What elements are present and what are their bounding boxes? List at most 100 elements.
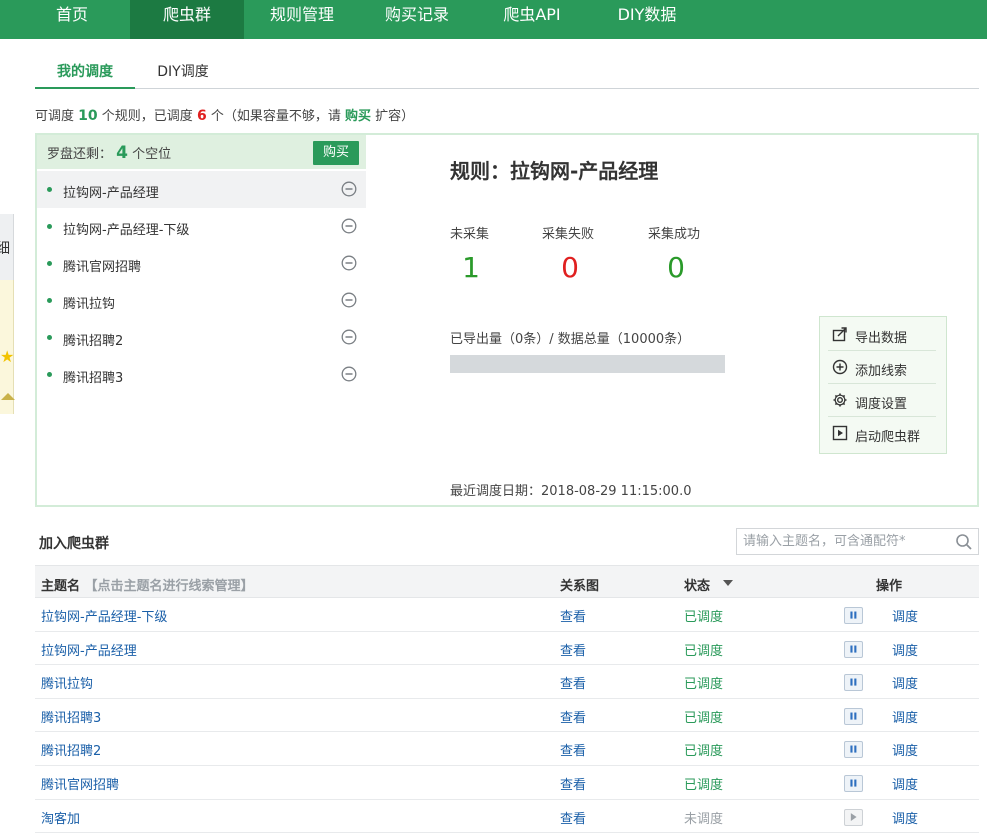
schedule-panel: 罗盘还剩： 4 个空位 购买 拉钩网-产品经理 拉钩网-产品经理-下级 腾讯官网招聘…	[35, 133, 979, 507]
remove-circle-icon[interactable]	[341, 255, 357, 271]
rule-item[interactable]: 拉钩网-产品经理	[37, 171, 366, 208]
col-ops: 操作	[876, 579, 903, 594]
status-badge: 已调度	[684, 643, 724, 659]
schedule-link[interactable]: 调度	[892, 774, 918, 793]
capacity-mid: 个规则，已调度	[101, 109, 193, 124]
star-icon: ★	[0, 347, 15, 366]
bullet-icon	[47, 261, 52, 266]
table-row: 腾讯招聘2 查看 已调度 调度	[35, 732, 979, 766]
schedule-link[interactable]: 调度	[892, 740, 918, 759]
view-relation-link[interactable]: 查看	[560, 740, 586, 759]
table-row: 淘客加 查看 未调度 调度	[35, 800, 979, 833]
view-relation-link[interactable]: 查看	[560, 640, 586, 659]
schedule-settings-label: 调度设置	[855, 397, 908, 412]
stat-value-uncollected: 1	[462, 251, 480, 284]
schedule-link[interactable]: 调度	[892, 606, 918, 625]
topic-name-link[interactable]: 淘客加	[41, 808, 80, 827]
topic-search-input[interactable]	[737, 529, 947, 554]
join-crawler-group-title: 加入爬虫群	[39, 536, 109, 552]
remove-circle-icon[interactable]	[341, 329, 357, 345]
schedule-toggle-button[interactable]	[844, 707, 863, 725]
rule-item[interactable]: 腾讯拉钩	[37, 282, 366, 319]
remove-circle-icon[interactable]	[341, 366, 357, 382]
remove-circle-icon[interactable]	[341, 218, 357, 234]
schedule-toggle-button[interactable]	[844, 808, 863, 826]
play-icon	[850, 812, 857, 821]
start-crawler-group-label: 启动爬虫群	[855, 430, 921, 445]
schedule-toggle-button[interactable]	[844, 640, 863, 658]
export-data-button[interactable]: 导出数据	[828, 318, 936, 351]
nav-item-crawler-api[interactable]: 爬虫API	[485, 0, 579, 39]
rule-item-label: 腾讯拉钩	[63, 297, 116, 312]
col-status[interactable]: 状态	[684, 575, 710, 594]
last-schedule-date: 最近调度日期：2018-08-29 11:15:00.0	[450, 484, 692, 499]
col-topic-name-label: 主题名	[41, 579, 81, 594]
gear-icon	[833, 393, 847, 407]
col-topic-name: 主题名 【点击主题名进行线索管理】	[41, 575, 254, 594]
compass-unit: 个空位	[132, 147, 172, 162]
schedule-toggle-button[interactable]	[844, 774, 863, 792]
status-badge: 已调度	[684, 677, 724, 693]
export-progress-bar	[450, 355, 725, 373]
start-crawler-group-button[interactable]: 启动爬虫群	[828, 417, 936, 450]
table-body: 拉钩网-产品经理-下级 查看 已调度 调度 拉钩网-产品经理 查看 已调度 调度 腾讯拉钩 查看已…	[35, 598, 979, 833]
rule-item[interactable]: 腾讯官网招聘	[37, 245, 366, 282]
rule-list: 拉钩网-产品经理 拉钩网-产品经理-下级 腾讯官网招聘腾讯拉钩腾讯招聘2 腾讯招聘3	[37, 171, 366, 393]
topic-name-link[interactable]: 拉钩网-产品经理	[41, 640, 137, 659]
view-relation-link[interactable]: 查看	[560, 774, 586, 793]
pause-icon	[850, 611, 857, 619]
topic-name-link[interactable]: 腾讯招聘3	[41, 707, 101, 726]
stat-label-success: 采集成功	[648, 227, 701, 242]
pause-icon	[850, 645, 857, 653]
add-lead-button[interactable]: 添加线索	[828, 351, 936, 384]
rule-item-label: 腾讯招聘3	[63, 371, 124, 386]
schedule-toggle-button[interactable]	[844, 741, 863, 759]
nav-item-rule-management[interactable]: 规则管理	[255, 0, 349, 39]
tab-diy-schedule[interactable]: DIY调度	[143, 58, 223, 89]
nav-item-crawler-group[interactable]: 爬虫群	[130, 0, 244, 39]
search-icon[interactable]	[955, 533, 973, 551]
schedule-link[interactable]: 调度	[892, 673, 918, 692]
capacity-used: 6	[196, 108, 207, 124]
nav-item-home[interactable]: 首页	[20, 0, 124, 39]
pause-icon	[850, 712, 857, 720]
schedule-link[interactable]: 调度	[892, 808, 918, 827]
topic-table: 主题名 【点击主题名进行线索管理】 关系图 状态 操作 拉钩网-产品经理-下级查…	[35, 565, 979, 833]
schedule-link[interactable]: 调度	[892, 640, 918, 659]
capacity-suffix: 个（如果容量不够，请	[210, 109, 341, 124]
nav-item-purchase-records[interactable]: 购买记录	[370, 0, 464, 39]
view-relation-link[interactable]: 查看	[560, 707, 586, 726]
buy-link[interactable]: 购买	[345, 109, 371, 124]
sort-desc-icon[interactable]	[723, 580, 733, 586]
caret-up-icon	[1, 393, 15, 400]
rule-item[interactable]: 腾讯招聘3	[37, 356, 366, 393]
topic-name-link[interactable]: 腾讯招聘2	[41, 740, 101, 759]
view-relation-link[interactable]: 查看	[560, 808, 586, 827]
tab-my-schedule[interactable]: 我的调度	[35, 58, 135, 89]
side-widget[interactable]: 细 ★	[0, 214, 15, 414]
remove-circle-icon[interactable]	[341, 292, 357, 308]
nav-item-diy-data[interactable]: DIY数据	[600, 0, 694, 39]
rule-item[interactable]: 腾讯招聘2	[37, 319, 366, 356]
rule-item[interactable]: 拉钩网-产品经理-下级	[37, 208, 366, 245]
schedule-settings-button[interactable]: 调度设置	[828, 384, 936, 417]
remove-circle-icon[interactable]	[341, 181, 357, 197]
schedule-link[interactable]: 调度	[892, 707, 918, 726]
table-row: 拉钩网-产品经理 查看 已调度 调度	[35, 632, 979, 666]
buy-button[interactable]: 购买	[313, 141, 359, 165]
compass-text: 罗盘还剩： 4 个空位	[47, 143, 171, 163]
topic-name-link[interactable]: 拉钩网-产品经理-下级	[41, 606, 167, 625]
topic-name-link[interactable]: 腾讯官网招聘	[41, 774, 119, 793]
bullet-icon	[47, 335, 52, 340]
schedule-toggle-button[interactable]	[844, 674, 863, 692]
topic-name-link[interactable]: 腾讯拉钩	[41, 673, 93, 692]
view-relation-link[interactable]: 查看	[560, 673, 586, 692]
table-row: 腾讯官网招聘 查看 已调度 调度	[35, 766, 979, 800]
status-badge: 未调度	[684, 811, 724, 827]
schedule-toggle-button[interactable]	[844, 607, 863, 624]
play-icon	[832, 425, 848, 441]
topic-search	[736, 528, 979, 555]
view-relation-link[interactable]: 查看	[560, 606, 586, 625]
pause-icon	[850, 745, 857, 753]
pause-icon	[850, 678, 857, 686]
